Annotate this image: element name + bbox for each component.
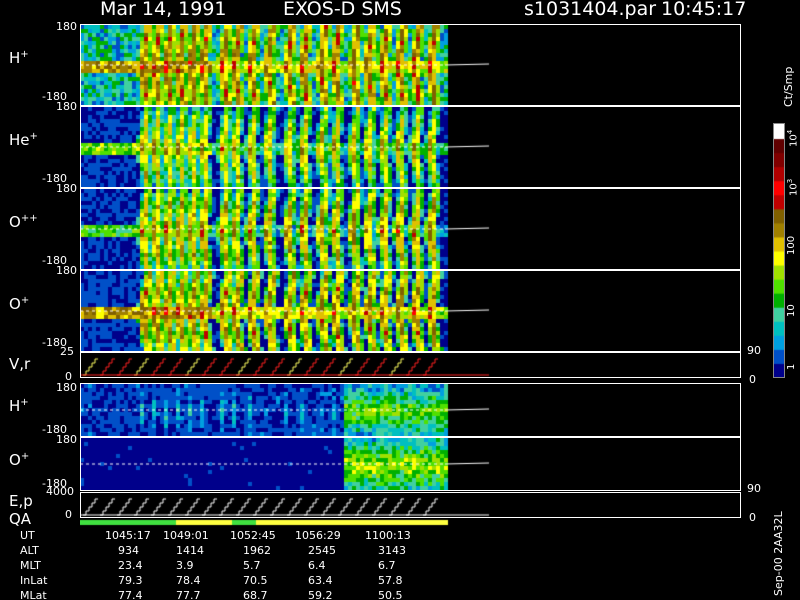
panel-frame-8 [80, 492, 741, 518]
footer-cell: 1962 [243, 544, 271, 557]
footer-cell: 5.7 [243, 559, 261, 572]
ytick-top-1: 180 [56, 20, 77, 33]
label-vr: V,r [9, 355, 31, 373]
colorbar-frame [773, 123, 785, 378]
header-file: s1031404.par [524, 0, 657, 20]
panel-frame-2 [80, 106, 741, 188]
footer-row-label: MLT [20, 559, 41, 572]
footer-cell: 63.4 [308, 574, 333, 587]
footer-cell: 77.4 [118, 589, 143, 600]
footer-row-label: InLat [20, 574, 48, 587]
panel-frame-6 [80, 383, 741, 437]
ytick-ep-bottom: 0 [65, 508, 72, 521]
footer-cell: 23.4 [118, 559, 143, 572]
label-o-plusplus: O++ [9, 213, 38, 231]
right-tick-vr-top: 90 [747, 344, 761, 357]
footer-cell: 78.4 [176, 574, 201, 587]
spectrogram-figure: Mar 14, 1991 EXOS-D SMS s1031404.par 10:… [0, 0, 800, 600]
right-tick-ep-bottom: 0 [749, 511, 756, 524]
footer-cell: 1056:29 [295, 529, 341, 542]
panel-frame-1 [80, 24, 741, 106]
footer-row-label: MLat [20, 589, 47, 600]
label-he-plus: He+ [9, 131, 38, 149]
footer-cell: 57.8 [378, 574, 403, 587]
ytick-top-3: 180 [56, 182, 77, 195]
footer-cell: 1052:45 [230, 529, 276, 542]
footer-cell: 68.7 [243, 589, 268, 600]
footer-cell: 70.5 [243, 574, 268, 587]
label-qa: QA [9, 510, 32, 528]
footer-cell: 1045:17 [105, 529, 151, 542]
ytick-top-6: 180 [56, 381, 77, 394]
label-h-plus: H+ [9, 49, 29, 67]
footer-cell: 934 [118, 544, 139, 557]
footer-cell: 59.2 [308, 589, 333, 600]
right-tick-ep-top: 90 [747, 482, 761, 495]
label-h-plus-lower: H+ [9, 397, 29, 415]
label-o-plus-lower: O+ [9, 451, 30, 469]
colorbar-tick-1000: 103 [786, 178, 800, 196]
colorbar-tick-10: 10 [786, 304, 797, 317]
footer-cell: 2545 [308, 544, 336, 557]
footer-cell: 1049:01 [163, 529, 209, 542]
stamp: Sep-00 2AA32L [772, 511, 785, 596]
header-time: 10:45:17 [661, 0, 747, 20]
footer-cell: 1414 [176, 544, 204, 557]
header-mission: EXOS-D SMS [283, 0, 402, 20]
footer-cell: 6.7 [378, 559, 396, 572]
colorbar-tick-1: 1 [786, 363, 797, 370]
colorbar-tick-10000: 104 [786, 129, 800, 147]
footer-cell: 77.7 [176, 589, 201, 600]
ytick-top-7: 180 [56, 433, 77, 446]
footer-row-label: ALT [20, 544, 39, 557]
colorbar-tick-100: 100 [786, 235, 797, 255]
panel-frame-7 [80, 437, 741, 491]
footer-cell: 3143 [378, 544, 406, 557]
ytick-vr-top: 25 [60, 345, 74, 358]
footer-cell: 6.4 [308, 559, 326, 572]
header-date: Mar 14, 1991 [100, 0, 227, 20]
footer-cell: 3.9 [176, 559, 194, 572]
ytick-ep-top: 4000 [46, 485, 74, 498]
qa-bar [80, 519, 740, 526]
panel-frame-5 [80, 352, 741, 378]
colorbar-unit: Ct/Smp [782, 66, 795, 107]
ytick-top-2: 180 [56, 100, 77, 113]
panel-frame-4 [80, 270, 741, 352]
footer-cell: 79.3 [118, 574, 143, 587]
label-o-plus: O+ [9, 295, 30, 313]
ytick-top-4: 180 [56, 264, 77, 277]
footer-cell: 50.5 [378, 589, 403, 600]
footer-row-label: UT [20, 529, 35, 542]
right-tick-vr-bottom: 0 [749, 373, 756, 386]
label-ep: E,p [9, 492, 33, 510]
footer-cell: 1100:13 [365, 529, 411, 542]
panel-frame-3 [80, 188, 741, 270]
